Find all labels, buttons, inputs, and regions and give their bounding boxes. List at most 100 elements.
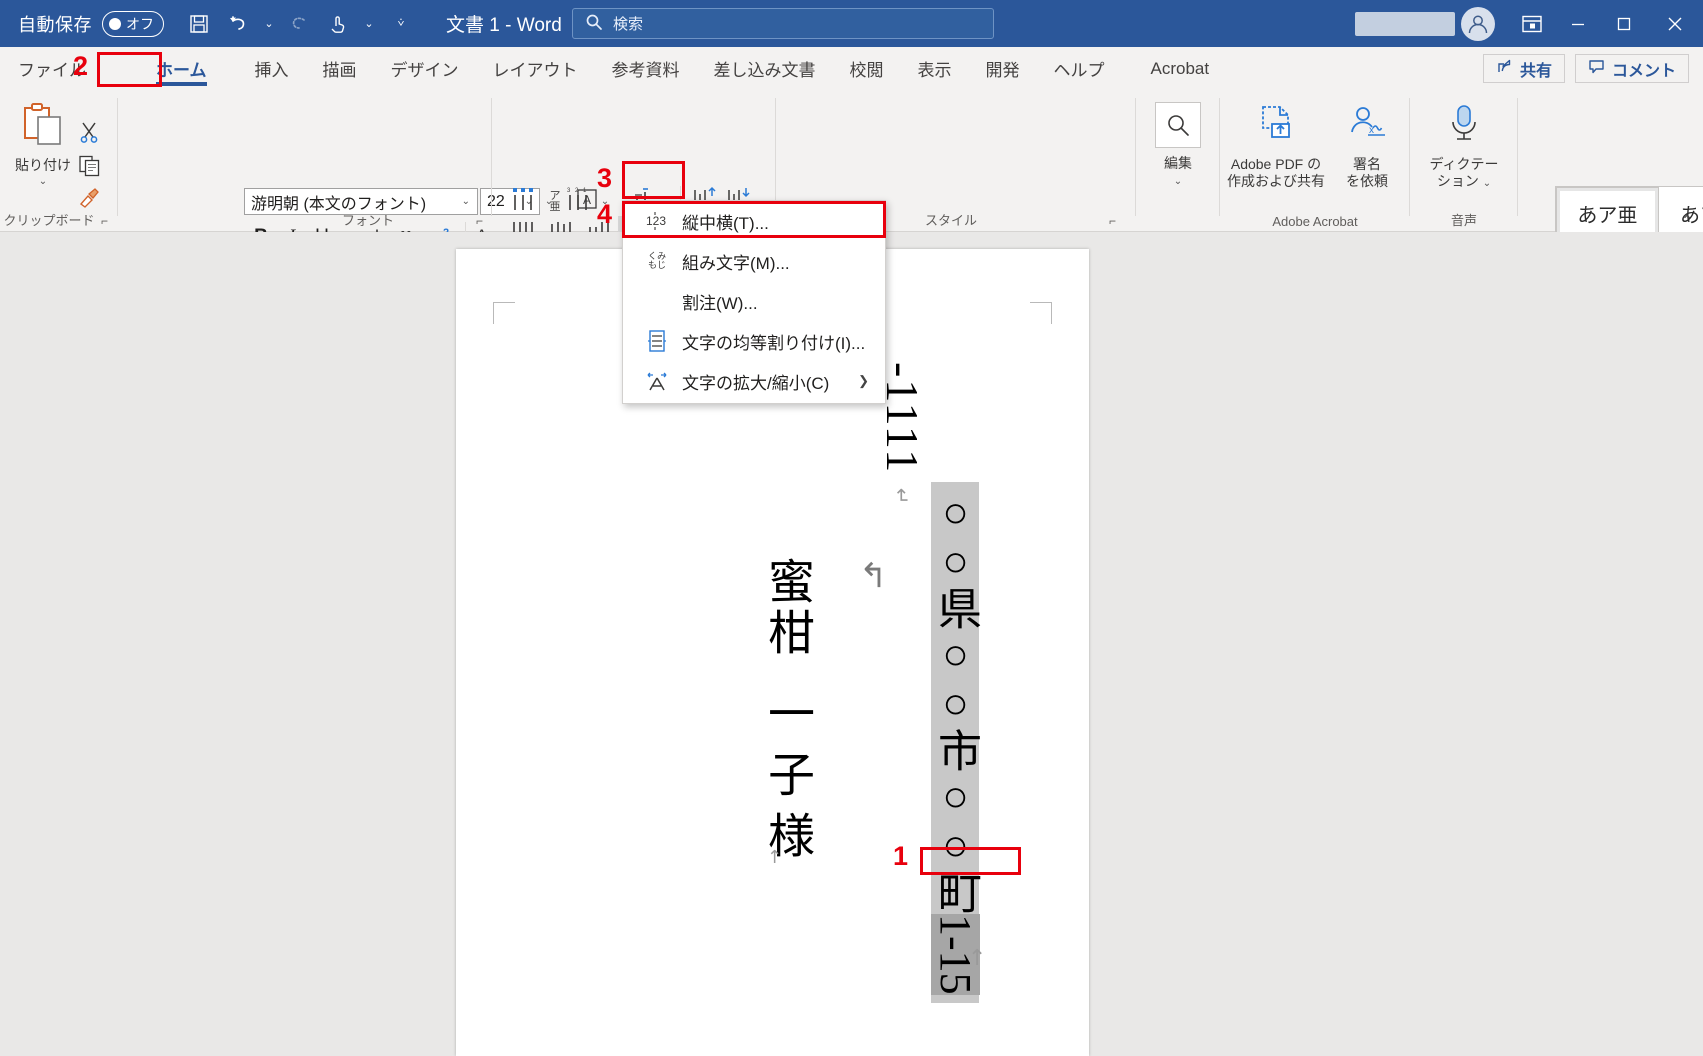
- paste-label: 貼り付け: [15, 156, 71, 173]
- search-icon: [1155, 102, 1201, 148]
- touch-mode-icon[interactable]: [320, 7, 358, 41]
- autosave-label: 自動保存: [18, 14, 92, 35]
- address-prefix: ○○県○○市○○町: [931, 488, 980, 914]
- chevron-down-icon[interactable]: ⌄: [1483, 178, 1491, 189]
- ribbon-display-options-icon[interactable]: [1509, 0, 1555, 47]
- tabbar-right-actions: 共有 コメント: [1482, 47, 1689, 90]
- paste-dropdown-icon[interactable]: ⌄: [39, 176, 47, 187]
- tab-help[interactable]: ヘルプ: [1037, 47, 1122, 90]
- tab-review[interactable]: 校閲: [833, 47, 901, 90]
- chevron-down-icon: ⌄: [544, 195, 554, 207]
- clipboard-dialog-launcher[interactable]: ⌐: [101, 214, 108, 228]
- callout-number-2: 2: [73, 51, 89, 81]
- ribbon-group-voice: ディクテー ション ⌄ 音声: [1410, 90, 1518, 232]
- maximize-icon[interactable]: [1601, 0, 1647, 47]
- tab-label: ホーム: [156, 61, 207, 80]
- cut-button[interactable]: [74, 120, 104, 148]
- dictate-button[interactable]: ディクテー ション ⌄: [1416, 104, 1512, 191]
- chevron-down-icon: ⌄: [461, 196, 470, 207]
- menu-item-tatechuyoko[interactable]: 123 縦中横(T)...: [623, 201, 885, 241]
- share-label: 共有: [1519, 62, 1552, 80]
- name-paragraph-mark: ↑: [767, 847, 783, 868]
- styles-dialog-launcher[interactable]: ⌐: [1109, 214, 1116, 228]
- tab-label: デザイン: [390, 61, 459, 80]
- font-dialog-launcher[interactable]: ⌐: [476, 214, 483, 228]
- tab-home[interactable]: ホーム: [139, 47, 224, 90]
- scissors-icon: [79, 121, 99, 148]
- distribute-characters-icon: [644, 329, 670, 353]
- margin-corner-top-right: [1030, 302, 1052, 324]
- menu-item-warichu[interactable]: 割注(W)...: [623, 281, 885, 321]
- tab-label: 参考資料: [611, 61, 680, 80]
- autosave-knob-icon: [109, 17, 121, 30]
- share-button[interactable]: 共有: [1482, 54, 1565, 83]
- create-pdf-button[interactable]: Adobe PDF の 作成および共有: [1226, 104, 1326, 191]
- autosave-state-label: オフ: [126, 15, 154, 32]
- close-icon[interactable]: [1647, 0, 1703, 47]
- request-signature-icon: x: [1346, 104, 1388, 151]
- tab-insert[interactable]: 挿入: [238, 47, 306, 90]
- active-tab-underline: [156, 82, 207, 86]
- group-label-clipboard: クリップボード: [3, 213, 95, 228]
- tab-mailings[interactable]: 差し込み文書: [697, 47, 833, 90]
- callout-number-3: 3: [597, 163, 613, 193]
- ribbon-group-clipboard: 貼り付け ⌄ クリップボード ⌐: [0, 90, 118, 232]
- copy-button[interactable]: [74, 154, 104, 182]
- tab-design[interactable]: デザイン: [374, 47, 476, 90]
- search-icon: [585, 13, 603, 35]
- group-separator: [1517, 98, 1518, 216]
- recipient-given-name[interactable]: 一子様: [752, 689, 821, 872]
- tab-label: レイアウト: [492, 61, 578, 80]
- svg-text:1: 1: [583, 188, 587, 194]
- ribbon-group-acrobat: Adobe PDF の 作成および共有 x 署名 を依頼 Adobe Acrob…: [1220, 90, 1410, 232]
- qat-more-icon[interactable]: ⩒: [392, 7, 410, 41]
- address-text[interactable]: ○○県○○市○○町1-15: [931, 482, 980, 1003]
- tab-developer[interactable]: 開発: [969, 47, 1037, 90]
- paragraph-mark: ↵: [890, 487, 914, 507]
- tab-acrobat[interactable]: Acrobat: [1134, 47, 1227, 90]
- undo-dropdown-icon[interactable]: ⌄: [260, 7, 278, 41]
- group-label-font: フォント: [341, 213, 394, 228]
- menu-item-label: 組み文字(M)...: [682, 253, 790, 273]
- menu-item-scale-characters[interactable]: 文字の拡大/縮小(C) ❯: [623, 361, 885, 401]
- ribbon-tab-bar: ファイル ホーム 挿入 描画 デザイン レイアウト 参考資料 差し込み文書 校閲…: [0, 47, 1703, 90]
- style-sample: あア亜: [1577, 204, 1638, 227]
- tab-label: Acrobat: [1150, 58, 1210, 78]
- editing-find-button[interactable]: 編集 ⌄: [1144, 102, 1212, 188]
- collapse-ribbon-icon[interactable]: ⌃: [1681, 212, 1693, 229]
- paste-icon: [21, 102, 65, 153]
- dictate-label-1: ディクテー: [1429, 155, 1499, 172]
- request-signature-button[interactable]: x 署名 を依頼: [1330, 104, 1404, 191]
- comments-button[interactable]: コメント: [1574, 54, 1689, 83]
- minimize-icon[interactable]: [1555, 0, 1601, 47]
- chevron-down-icon[interactable]: ⌄: [1174, 176, 1182, 189]
- autosave-control[interactable]: 自動保存 オフ: [18, 10, 164, 37]
- group-separator: [491, 98, 492, 216]
- margin-corner-top-left: [493, 302, 515, 324]
- asian-layout-dropdown-menu[interactable]: 123 縦中横(T)... くみ もじ 組み文字(M)... 割注(W)... 文…: [622, 200, 886, 404]
- menu-item-label: 文字の拡大/縮小(C): [682, 373, 830, 393]
- search-box[interactable]: 検索: [572, 8, 994, 39]
- save-icon[interactable]: [180, 7, 218, 41]
- touch-mode-dropdown-icon[interactable]: ⌄: [360, 7, 378, 41]
- paste-button[interactable]: 貼り付け ⌄: [14, 98, 72, 190]
- title-bar: 自動保存 オフ ⌄ ⌄ ⩒ 文書 1 - Word 検索: [0, 0, 1703, 47]
- autosave-toggle[interactable]: オフ: [102, 10, 164, 37]
- ribbon-group-font: 游明朝 (本文のフォント) ⌄ 22 ⌄ ア亜 A B I U ⌄ ab x2 …: [118, 90, 600, 286]
- account-avatar-icon[interactable]: [1461, 6, 1495, 41]
- menu-item-distribute-characters[interactable]: 文字の均等割り付け(I)...: [623, 321, 885, 361]
- copy-icon: [78, 155, 100, 182]
- menu-item-kumimoji[interactable]: くみ もじ 組み文字(M)...: [623, 241, 885, 281]
- tab-references[interactable]: 参考資料: [595, 47, 697, 90]
- undo-icon[interactable]: [220, 7, 258, 41]
- tab-view[interactable]: 表示: [901, 47, 969, 90]
- create-pdf-label-1: Adobe PDF の: [1230, 155, 1322, 172]
- group-label-voice: 音声: [1450, 213, 1477, 228]
- tab-draw[interactable]: 描画: [306, 47, 374, 90]
- redo-icon: [280, 7, 318, 41]
- share-icon: [1496, 58, 1513, 80]
- family-name-value: 蜜柑: [760, 557, 812, 659]
- menu-item-label: 割注(W)...: [682, 293, 758, 313]
- tab-layout[interactable]: レイアウト: [476, 47, 595, 90]
- recipient-family-name[interactable]: 蜜柑: [752, 557, 821, 659]
